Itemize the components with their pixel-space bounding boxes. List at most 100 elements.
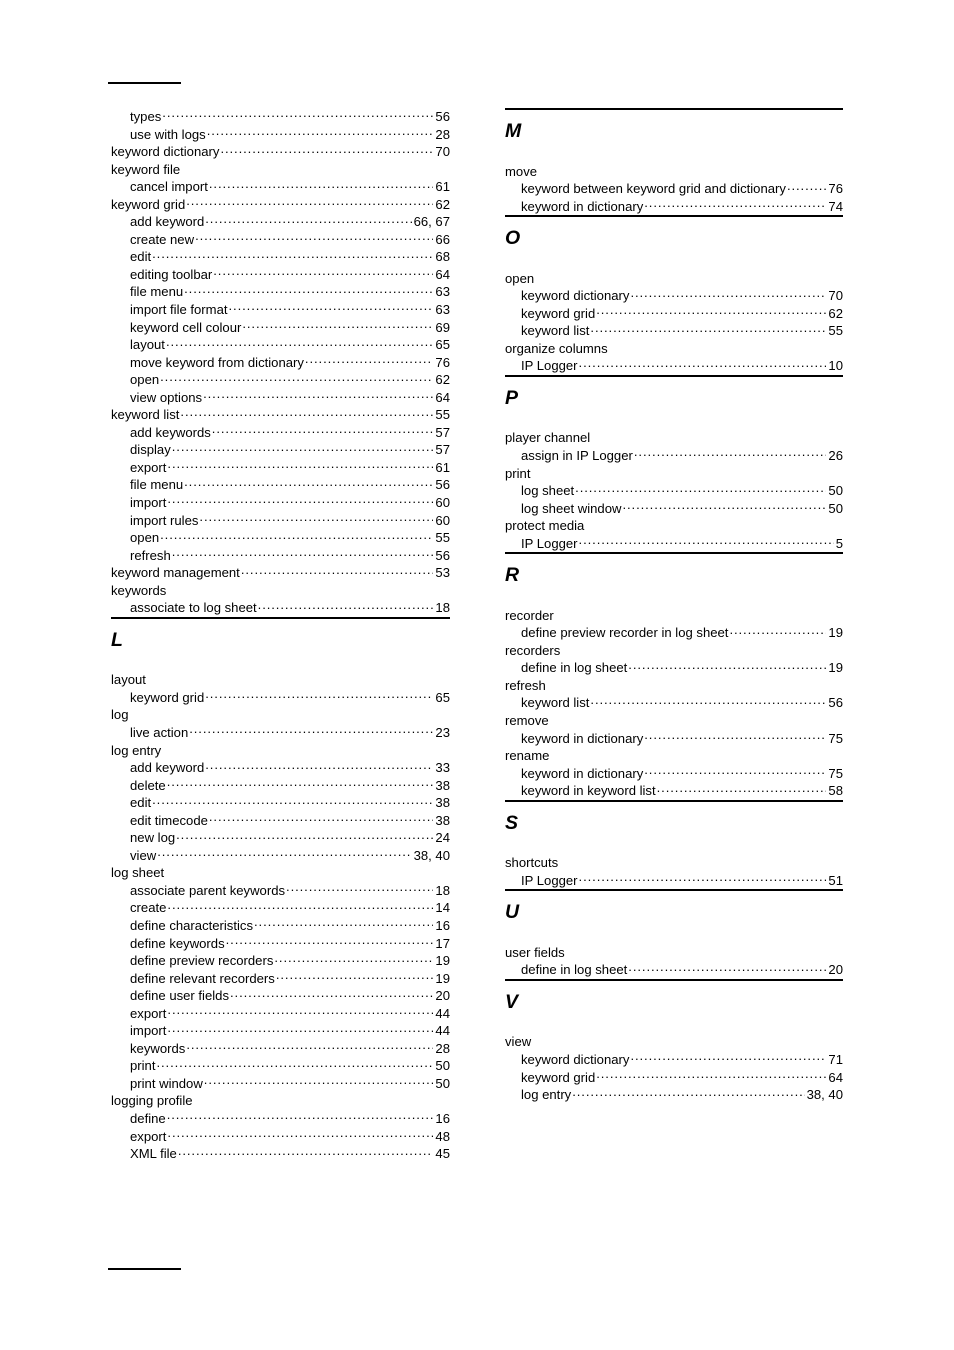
- index-subentry[interactable]: import 44: [111, 1022, 450, 1040]
- index-entry-label: define keywords: [130, 935, 225, 951]
- index-subentry[interactable]: keyword list 55: [505, 322, 843, 340]
- index-entry[interactable]: keyword management 53: [111, 564, 450, 582]
- index-entry[interactable]: recorder: [505, 607, 843, 625]
- index-subentry[interactable]: live action 23: [111, 724, 450, 742]
- index-subentry[interactable]: keyword in dictionary 75: [505, 730, 843, 748]
- index-entry[interactable]: protect media: [505, 517, 843, 535]
- index-subentry[interactable]: add keyword 66, 67: [111, 213, 450, 231]
- index-subentry[interactable]: IP Logger 5: [505, 535, 843, 553]
- index-entry[interactable]: print: [505, 465, 843, 483]
- dot-leader: [205, 759, 433, 772]
- index-subentry[interactable]: IP Logger 10: [505, 357, 843, 375]
- index-subentry[interactable]: XML file 45: [111, 1145, 450, 1163]
- index-subentry[interactable]: add keywords 57: [111, 424, 450, 442]
- index-subentry[interactable]: add keyword 33: [111, 759, 450, 777]
- index-entry[interactable]: view: [505, 1033, 843, 1051]
- index-subentry[interactable]: keyword grid 64: [505, 1069, 843, 1087]
- index-subentry[interactable]: editing toolbar 64: [111, 266, 450, 284]
- index-subentry[interactable]: display 57: [111, 441, 450, 459]
- index-subentry[interactable]: keyword cell colour 69: [111, 319, 450, 337]
- index-subentry[interactable]: file menu 63: [111, 283, 450, 301]
- index-subentry[interactable]: define 16: [111, 1110, 450, 1128]
- index-subentry[interactable]: keyword in dictionary 74: [505, 198, 843, 216]
- index-subentry[interactable]: associate to log sheet 18: [111, 599, 450, 617]
- index-subentry[interactable]: log sheet window 50: [505, 500, 843, 518]
- index-entry-label: add keyword: [130, 214, 205, 230]
- index-subentry[interactable]: view options 64: [111, 389, 450, 407]
- index-subentry[interactable]: keyword grid 65: [111, 689, 450, 707]
- index-subentry[interactable]: define keywords 17: [111, 935, 450, 953]
- index-subentry[interactable]: define relevant recorders 19: [111, 970, 450, 988]
- index-subentry[interactable]: create new 66: [111, 231, 450, 249]
- index-entry[interactable]: organize columns: [505, 340, 843, 358]
- index-subentry[interactable]: types 56: [111, 108, 450, 126]
- index-entry-label: player channel: [505, 430, 591, 446]
- index-subentry[interactable]: print 50: [111, 1057, 450, 1075]
- index-subentry[interactable]: use with logs 28: [111, 126, 450, 144]
- index-subentry[interactable]: define preview recorders 19: [111, 952, 450, 970]
- index-entry[interactable]: keyword file: [111, 161, 450, 179]
- index-subentry[interactable]: keyword grid 62: [505, 305, 843, 323]
- index-subentry[interactable]: associate parent keywords 18: [111, 882, 450, 900]
- index-entry[interactable]: refresh: [505, 677, 843, 695]
- index-entry[interactable]: shortcuts: [505, 854, 843, 872]
- index-subentry[interactable]: define in log sheet 20: [505, 961, 843, 979]
- index-entry[interactable]: log sheet: [111, 864, 450, 882]
- index-subentry[interactable]: define user fields 20: [111, 987, 450, 1005]
- index-subentry[interactable]: define characteristics 16: [111, 917, 450, 935]
- index-entry[interactable]: remove: [505, 712, 843, 730]
- index-subentry[interactable]: new log 24: [111, 829, 450, 847]
- index-subentry[interactable]: keyword list 56: [505, 694, 843, 712]
- index-entry[interactable]: layout: [111, 671, 450, 689]
- index-entry[interactable]: keyword grid 62: [111, 196, 450, 214]
- index-entry[interactable]: keyword list 55: [111, 406, 450, 424]
- index-subentry[interactable]: keyword in keyword list 58: [505, 782, 843, 800]
- index-subentry[interactable]: edit 68: [111, 248, 450, 266]
- index-subentry[interactable]: export 61: [111, 459, 450, 477]
- index-subentry[interactable]: edit 38: [111, 794, 450, 812]
- index-subentry[interactable]: export 44: [111, 1005, 450, 1023]
- index-subentry[interactable]: cancel import 61: [111, 178, 450, 196]
- index-entry[interactable]: user fields: [505, 944, 843, 962]
- index-entry[interactable]: keyword dictionary 70: [111, 143, 450, 161]
- index-entry[interactable]: open: [505, 270, 843, 288]
- index-entry-list: openkeyword dictionary70keyword grid62ke…: [505, 249, 843, 375]
- index-subentry[interactable]: define preview recorder in log sheet 19: [505, 624, 843, 642]
- index-subentry[interactable]: open 62: [111, 371, 450, 389]
- index-subentry[interactable]: edit timecode 38: [111, 812, 450, 830]
- index-subentry[interactable]: import file format 63: [111, 301, 450, 319]
- index-entry[interactable]: logging profile: [111, 1092, 450, 1110]
- index-subentry[interactable]: view 38, 40: [111, 847, 450, 865]
- index-subentry[interactable]: keyword in dictionary 75: [505, 765, 843, 783]
- index-subentry[interactable]: print window 50: [111, 1075, 450, 1093]
- index-subentry[interactable]: keyword between keyword grid and diction…: [505, 180, 843, 198]
- index-subentry[interactable]: import rules 60: [111, 512, 450, 530]
- index-subentry[interactable]: IP Logger 51: [505, 872, 843, 890]
- index-entry[interactable]: player channel: [505, 429, 843, 447]
- index-entry-page-number: 38, 40: [413, 847, 450, 863]
- index-entry[interactable]: log entry: [111, 742, 450, 760]
- index-subentry[interactable]: keyword dictionary 71: [505, 1051, 843, 1069]
- index-subentry[interactable]: delete 38: [111, 777, 450, 795]
- index-subentry[interactable]: move keyword from dictionary 76: [111, 354, 450, 372]
- index-entry-page-number: 65: [435, 337, 450, 353]
- index-subentry[interactable]: file menu 56: [111, 476, 450, 494]
- index-subentry[interactable]: log entry 38, 40: [505, 1086, 843, 1104]
- index-subentry[interactable]: refresh 56: [111, 547, 450, 565]
- index-subentry[interactable]: layout 65: [111, 336, 450, 354]
- index-subentry[interactable]: keywords 28: [111, 1040, 450, 1058]
- index-subentry[interactable]: assign in IP Logger 26: [505, 447, 843, 465]
- index-subentry[interactable]: log sheet 50: [505, 482, 843, 500]
- index-subentry[interactable]: keyword dictionary 70: [505, 287, 843, 305]
- index-subentry[interactable]: create 14: [111, 899, 450, 917]
- index-subentry[interactable]: define in log sheet 19: [505, 659, 843, 677]
- index-subentry[interactable]: export 48: [111, 1128, 450, 1146]
- index-entry[interactable]: keywords: [111, 582, 450, 600]
- index-entry[interactable]: log: [111, 706, 450, 724]
- index-entry[interactable]: rename: [505, 747, 843, 765]
- index-entry[interactable]: move: [505, 163, 843, 181]
- index-subentry[interactable]: import 60: [111, 494, 450, 512]
- dot-leader: [199, 512, 433, 525]
- index-entry[interactable]: recorders: [505, 642, 843, 660]
- index-subentry[interactable]: open 55: [111, 529, 450, 547]
